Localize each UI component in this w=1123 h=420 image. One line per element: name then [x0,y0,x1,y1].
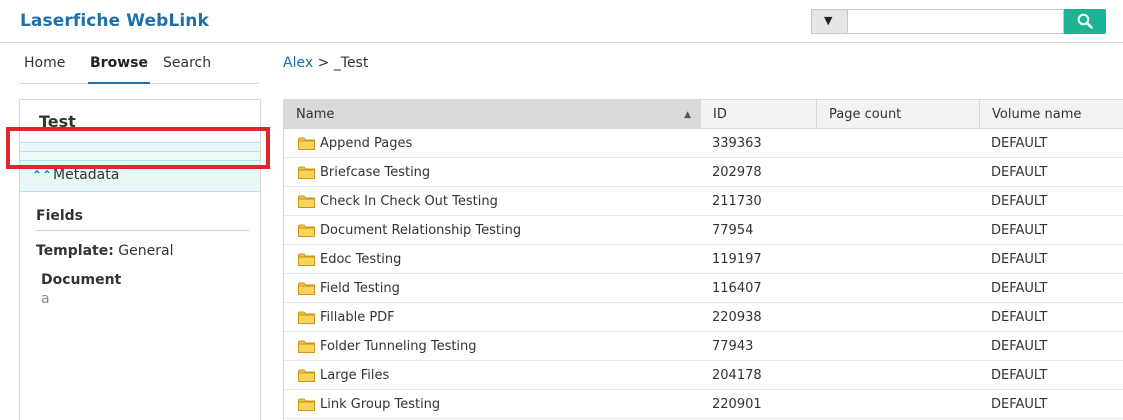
chevron-down-icon: ▼ [824,14,833,27]
column-header-volume-name[interactable]: Volume name [980,100,1123,129]
table-row[interactable]: Fillable PDF 220938 DEFAULT [284,303,1123,332]
cell-volume: DEFAULT [991,165,1048,180]
breadcrumb-root-link[interactable]: Alex [283,55,313,71]
table-row[interactable]: Field Testing 116407 DEFAULT [284,274,1123,303]
cell-name[interactable]: Append Pages [320,136,412,151]
cell-name[interactable]: Check In Check Out Testing [320,194,498,209]
search-bar: ▼ [811,9,1106,34]
column-label: Volume name [992,107,1082,122]
divider [36,230,249,231]
cell-volume: DEFAULT [991,194,1048,209]
folder-icon [298,398,315,411]
highlight-box [6,127,270,169]
folder-icon [298,224,315,237]
cell-volume: DEFAULT [991,281,1048,296]
cell-name[interactable]: Document Relationship Testing [320,223,521,238]
folder-icon [298,253,315,266]
cell-id: 202978 [712,165,762,180]
cell-id: 119197 [712,252,762,267]
cell-name[interactable]: Folder Tunneling Testing [320,339,477,354]
breadcrumb-current: _Test [333,55,369,71]
cell-id: 77954 [712,223,754,238]
cell-volume: DEFAULT [991,223,1048,238]
table-row[interactable]: Check In Check Out Testing 211730 DEFAULT [284,187,1123,216]
search-icon [1077,13,1093,29]
column-label: Name [296,107,335,122]
cell-name[interactable]: Briefcase Testing [320,165,430,180]
sort-ascending-icon: ▲ [684,110,691,120]
cell-volume: DEFAULT [991,252,1048,267]
fields-heading: Fields [36,208,84,224]
breadcrumb-separator: > [317,55,330,71]
cell-id: 220901 [712,397,762,412]
cell-volume: DEFAULT [991,310,1048,325]
search-input[interactable] [847,9,1064,34]
cell-name[interactable]: Edoc Testing [320,252,401,267]
cell-name[interactable]: Large Files [320,368,389,383]
breadcrumb: Alex > _Test [283,55,368,71]
folder-icon [298,195,315,208]
search-options-dropdown[interactable]: ▼ [811,9,847,34]
metadata-label[interactable]: Metadata [53,167,119,183]
file-list-table: Name ▲ ID Page count Volume name Append … [283,99,1123,420]
template-row: Template: General [36,243,173,259]
folder-icon [298,282,315,295]
cell-name[interactable]: Link Group Testing [320,397,440,412]
folder-icon [298,166,315,179]
table-row[interactable]: Edoc Testing 119197 DEFAULT [284,245,1123,274]
app-logo[interactable]: Laserfiche WebLink [20,11,209,31]
template-value: General [118,243,174,259]
column-label: Page count [829,107,902,122]
field-name: Document [41,272,122,288]
column-header-name[interactable]: Name ▲ [284,100,701,129]
cell-volume: DEFAULT [991,368,1048,383]
cell-volume: DEFAULT [991,339,1048,354]
cell-id: 116407 [712,281,762,296]
main-nav: Home Browse Search [19,44,259,84]
double-chevron-up-icon: ⌃⌃ [32,168,53,182]
template-label: Template: [36,243,114,259]
folder-icon [298,340,315,353]
folder-icon [298,369,315,382]
cell-id: 339363 [712,136,762,151]
field-value: a [41,291,50,307]
cell-name[interactable]: Fillable PDF [320,310,395,325]
table-row[interactable]: Large Files 204178 DEFAULT [284,361,1123,390]
table-row[interactable]: Briefcase Testing 202978 DEFAULT [284,158,1123,187]
column-header-page-count[interactable]: Page count [817,100,980,129]
cell-id: 77943 [712,339,754,354]
table-row[interactable]: Append Pages 339363 DEFAULT [284,129,1123,158]
table-header: Name ▲ ID Page count Volume name [284,100,1123,129]
cell-id: 204178 [712,368,762,383]
column-label: ID [713,107,727,122]
column-header-id[interactable]: ID [701,100,817,129]
top-bar: Laserfiche WebLink ▼ [0,0,1123,43]
folder-icon [298,137,315,150]
table-row[interactable]: Folder Tunneling Testing 77943 DEFAULT [284,332,1123,361]
table-row[interactable]: Document Relationship Testing 77954 DEFAUL… [284,216,1123,245]
cell-id: 211730 [712,194,762,209]
folder-icon [298,311,315,324]
tab-home[interactable]: Home [24,55,65,84]
tab-browse[interactable]: Browse [88,55,150,84]
cell-id: 220938 [712,310,762,325]
tab-search[interactable]: Search [163,55,211,84]
search-button[interactable] [1064,9,1106,34]
cell-name[interactable]: Field Testing [320,281,400,296]
cell-volume: DEFAULT [991,136,1048,151]
table-row[interactable]: Link Group Testing 220901 DEFAULT [284,390,1123,419]
cell-volume: DEFAULT [991,397,1048,412]
